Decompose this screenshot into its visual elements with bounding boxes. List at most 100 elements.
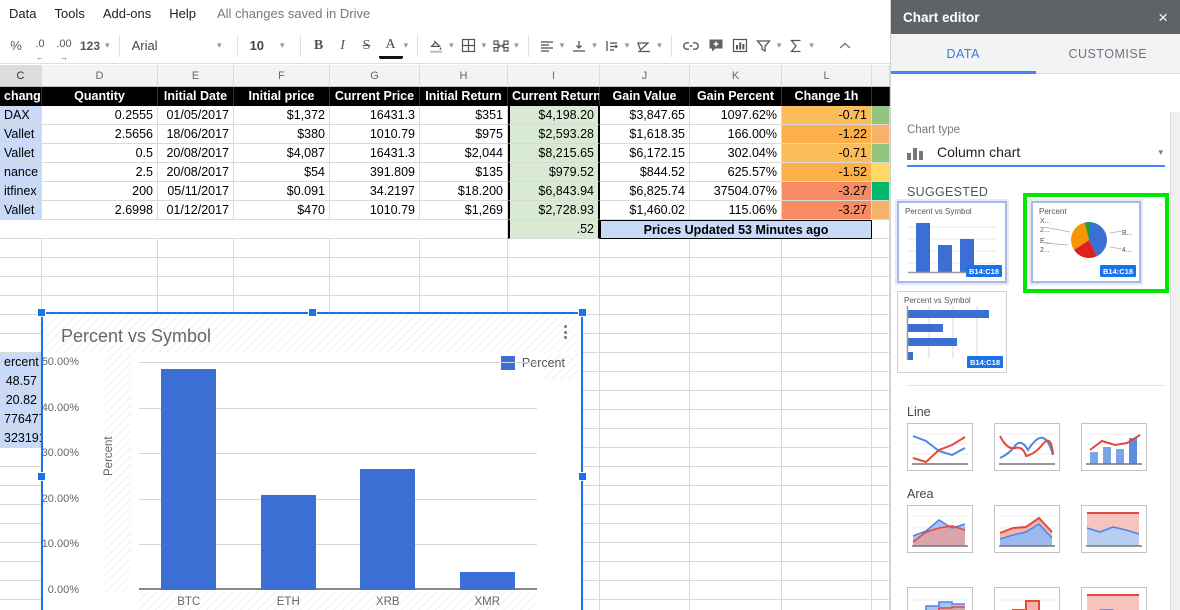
table-cell-empty[interactable]	[600, 258, 690, 277]
cell-quantity[interactable]: 2.6998	[42, 201, 158, 220]
cell-color-strip[interactable]	[872, 125, 890, 144]
horizontal-align-icon[interactable]	[535, 33, 559, 59]
suggested-chart-pie[interactable]: Percent X... 2... E... 2... B... 4... B1…	[1029, 199, 1143, 285]
table-cell-empty[interactable]	[690, 467, 782, 486]
table-cell-empty[interactable]	[782, 334, 872, 353]
chart-bar-xrb[interactable]	[360, 469, 416, 590]
table-cell-empty[interactable]	[42, 277, 158, 296]
table-cell-empty[interactable]	[600, 562, 690, 581]
table-header-initial-date[interactable]: Initial Date	[158, 87, 234, 106]
cell-gain_percent[interactable]: 166.00%	[690, 125, 782, 144]
table-cell-empty[interactable]	[600, 448, 690, 467]
table-header-current-return[interactable]: Current Return	[508, 87, 600, 106]
table-cell-empty[interactable]	[330, 239, 420, 258]
cell-gain_value[interactable]: $1,618.35	[600, 125, 690, 144]
table-header-initial-return[interactable]: Initial Return	[420, 87, 508, 106]
suggested-chart-bar[interactable]: Percent vs Symbol B14:C18	[897, 291, 1007, 373]
table-cell-empty[interactable]	[0, 277, 42, 296]
table-cell-empty[interactable]	[782, 239, 872, 258]
table-header-partial[interactable]	[872, 87, 890, 106]
gallery-100-stacked-stepped-area-chart[interactable]	[1081, 587, 1147, 610]
table-cell-empty[interactable]	[872, 277, 890, 296]
table-cell-empty[interactable]	[690, 562, 782, 581]
cell-gain_value[interactable]: $844.52	[600, 163, 690, 182]
cell-gain_value[interactable]: $3,847.65	[600, 106, 690, 125]
chart-resize-handle-nw[interactable]	[37, 308, 46, 317]
table-cell-empty[interactable]	[690, 353, 782, 372]
table-header-change-1h[interactable]: Change 1h	[782, 87, 872, 106]
cell-current_return[interactable]: $2,593.28	[508, 125, 600, 144]
borders-icon[interactable]	[457, 33, 481, 59]
column-header-k[interactable]: K	[690, 65, 782, 86]
table-cell-empty[interactable]	[872, 524, 890, 543]
table-cell-empty[interactable]	[600, 277, 690, 296]
table-cell-empty[interactable]	[690, 410, 782, 429]
cell-exchange[interactable]: Vallet	[0, 201, 42, 220]
table-cell-empty[interactable]	[690, 239, 782, 258]
table-cell-empty[interactable]	[600, 543, 690, 562]
chart-bar-btc[interactable]	[161, 368, 217, 590]
table-cell-empty[interactable]	[0, 296, 42, 315]
cell-exchange[interactable]: DAX	[0, 106, 42, 125]
chart-type-dropdown[interactable]: Column chart ▾	[907, 139, 1165, 167]
table-cell-empty[interactable]	[782, 353, 872, 372]
horizontal-align-caret-icon[interactable]: ▾	[560, 40, 565, 51]
table-row[interactable]: Vallet 2.6998 01/12/2017 $470 1010.79 $1,269 $…	[0, 201, 890, 220]
table-header-quantity[interactable]: Quantity	[42, 87, 158, 106]
tab-customise[interactable]: CUSTOMISE	[1036, 34, 1180, 73]
cell-initial_price[interactable]: $4,087	[234, 144, 330, 163]
fill-color-caret-icon[interactable]: ▾	[449, 40, 454, 51]
strikethrough-button[interactable]: S	[355, 33, 379, 59]
table-cell-empty[interactable]	[600, 239, 690, 258]
table-cell-empty[interactable]	[690, 505, 782, 524]
cell-gain_percent[interactable]: 1097.62%	[690, 106, 782, 125]
cell-gain_value[interactable]: $1,460.02	[600, 201, 690, 220]
status-partial-value[interactable]: .52	[508, 220, 600, 239]
table-row[interactable]: Vallet 0.5 20/08/2017 $4,087 16431.3 $2,044 $8…	[0, 144, 890, 163]
table-cell-empty[interactable]	[234, 239, 330, 258]
table-header-row[interactable]: changeQuantityInitial DateInitial priceC…	[0, 87, 890, 106]
table-cell-empty[interactable]	[234, 277, 330, 296]
cell-gain_percent[interactable]: 625.57%	[690, 163, 782, 182]
table-cell-empty[interactable]	[782, 429, 872, 448]
gallery-combo-chart[interactable]	[1081, 423, 1147, 471]
merge-cells-icon[interactable]	[489, 33, 513, 59]
filter-icon[interactable]	[752, 33, 776, 59]
table-cell-empty[interactable]	[872, 353, 890, 372]
table-cell-empty[interactable]	[0, 258, 42, 277]
cell-current_price[interactable]: 391.809	[330, 163, 420, 182]
side-column-value[interactable]: 48.57	[0, 372, 42, 391]
cell-change_1h[interactable]: -1.52	[782, 163, 872, 182]
merge-cells-caret-icon[interactable]: ▾	[514, 40, 519, 51]
table-cell-empty[interactable]	[872, 581, 890, 600]
table-header-gain-value[interactable]: Gain Value	[600, 87, 690, 106]
cell-initial_return[interactable]: $18.200	[420, 182, 508, 201]
cell-color-strip[interactable]	[872, 182, 890, 201]
column-header-partial[interactable]	[872, 65, 890, 86]
cell-current_return[interactable]: $2,728.93	[508, 201, 600, 220]
cell-quantity[interactable]: 200	[42, 182, 158, 201]
cell-initial_date[interactable]: 20/08/2017	[158, 144, 234, 163]
table-cell-empty[interactable]	[508, 258, 600, 277]
cell-quantity[interactable]: 2.5	[42, 163, 158, 182]
table-cell-empty[interactable]	[782, 562, 872, 581]
table-row-empty[interactable]	[0, 277, 890, 296]
cell-initial_price[interactable]: $470	[234, 201, 330, 220]
cell-color-strip[interactable]	[872, 106, 890, 125]
cell-exchange[interactable]: itfinex	[0, 182, 42, 201]
table-cell-empty[interactable]	[872, 410, 890, 429]
table-cell-empty[interactable]	[690, 372, 782, 391]
table-cell-empty[interactable]	[782, 296, 872, 315]
table-cell-empty[interactable]	[782, 448, 872, 467]
tab-data[interactable]: DATA	[891, 34, 1036, 74]
column-header-g[interactable]: G	[330, 65, 420, 86]
cell-change_1h[interactable]: -0.71	[782, 106, 872, 125]
gallery-stacked-area-chart[interactable]	[994, 505, 1060, 553]
table-cell-empty[interactable]	[600, 372, 690, 391]
table-cell-empty[interactable]	[872, 258, 890, 277]
table-cell-empty[interactable]	[690, 486, 782, 505]
table-cell-empty[interactable]	[600, 600, 690, 610]
table-cell-empty[interactable]	[690, 391, 782, 410]
cell-color-strip[interactable]	[872, 144, 890, 163]
table-row-empty[interactable]	[0, 258, 890, 277]
